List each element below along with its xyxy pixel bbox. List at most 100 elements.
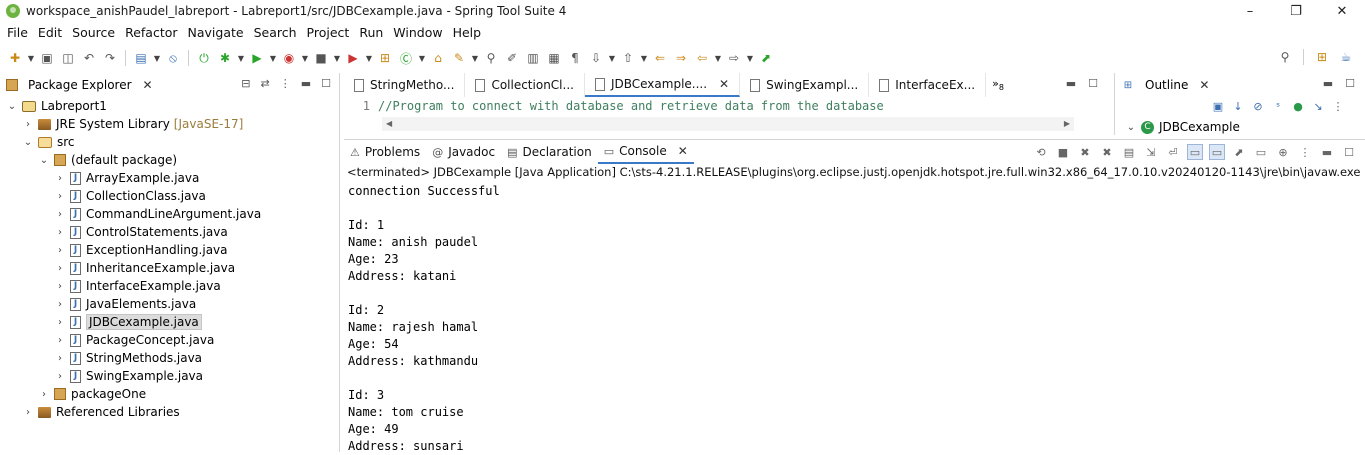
tree-item[interactable]: › J StringMethods.java (0, 349, 340, 367)
search-tool-dropdown-icon[interactable]: ▼ (471, 49, 479, 67)
run-icon[interactable]: ▶ (248, 49, 266, 67)
editor-tab[interactable]: JDBCexample.... ✕ (584, 73, 741, 97)
previous-annotation-icon[interactable]: ⇧ (619, 49, 637, 67)
chevron-right-icon[interactable]: › (54, 209, 66, 220)
chevron-right-icon[interactable]: › (54, 335, 66, 346)
skip-breakpoints-icon[interactable]: ⦸ (164, 49, 182, 67)
tree-item[interactable]: › J JavaElements.java (0, 295, 340, 313)
java-perspective-icon[interactable]: ☕ (1337, 48, 1355, 66)
chevron-right-icon[interactable]: › (54, 245, 66, 256)
close-window-button[interactable]: ✕ (1319, 0, 1365, 22)
new-icon[interactable]: ✚ (6, 49, 24, 67)
word-wrap-icon[interactable]: ⏎ (1165, 144, 1181, 160)
tree-item[interactable]: › J PackageConcept.java (0, 331, 340, 349)
chevron-right-icon[interactable]: › (54, 227, 66, 238)
chevron-right-icon[interactable]: › (54, 263, 66, 274)
search-icon[interactable]: ⚲ (1276, 48, 1294, 66)
maximize-editor-icon[interactable]: ☐ (1088, 77, 1098, 90)
undo-icon[interactable]: ↶ (80, 49, 98, 67)
chevron-down-icon[interactable]: ⌄ (22, 137, 34, 148)
tree-item[interactable]: › J SwingExample.java (0, 367, 340, 385)
editor-tab[interactable]: SwingExampl... (740, 73, 870, 97)
collapse-all-icon[interactable]: ⊟ (241, 77, 250, 90)
run-dropdown-icon[interactable]: ▼ (269, 49, 277, 67)
menu-window[interactable]: Window (388, 25, 447, 40)
open-type-icon[interactable]: ⌂ (429, 49, 447, 67)
horizontal-scrollbar[interactable] (382, 117, 1074, 131)
minimize-editor-icon[interactable]: ▬ (1066, 77, 1076, 90)
terminate-icon[interactable]: ■ (1055, 144, 1071, 160)
menu-edit[interactable]: Edit (33, 25, 67, 40)
spring-boot-dashboard-icon[interactable]: ⏻ (195, 49, 213, 67)
next-annotation-icon[interactable]: ⇩ (587, 49, 605, 67)
new-class-icon[interactable]: Ⓒ (397, 49, 415, 67)
tab-package-explorer[interactable]: Package Explorer ✕ (6, 78, 153, 92)
open-perspective-icon[interactable]: ⊞ (1313, 48, 1331, 66)
tree-item[interactable]: › J ArrayExample.java (0, 169, 340, 187)
hide-nonpublic-icon[interactable]: ● (1291, 100, 1305, 114)
stop-icon[interactable]: ■ (312, 49, 330, 67)
chevron-right-icon[interactable]: › (54, 191, 66, 202)
show-on-stderr-icon[interactable]: ▭ (1209, 144, 1225, 160)
tab-console[interactable]: ▭ Console ✕ (597, 140, 694, 164)
terminal-icon[interactable]: ▤ (132, 49, 150, 67)
view-menu-icon[interactable]: ⋮ (1331, 100, 1345, 114)
tab-overflow-button[interactable]: »8 (986, 77, 1004, 92)
tab-javadoc[interactable]: @ Javadoc (426, 140, 501, 164)
minimize-panel-icon[interactable]: ▬ (301, 77, 311, 90)
open-console-icon[interactable]: ⊕ (1275, 144, 1291, 160)
chevron-right-icon[interactable]: › (54, 299, 66, 310)
outline-class-item[interactable]: ⌄ C JDBCexample (1125, 120, 1240, 134)
search-tool-icon[interactable]: ✎ (450, 49, 468, 67)
display-console-icon[interactable]: ▭ (1253, 144, 1269, 160)
forward-dropdown-icon[interactable]: ▼ (746, 49, 754, 67)
editor-tab[interactable]: StringMetho... (344, 73, 466, 97)
chevron-down-icon[interactable]: ⌄ (1125, 122, 1137, 133)
maximize-panel-icon[interactable]: ☐ (1341, 144, 1357, 160)
remove-launch-icon[interactable]: ✖ (1077, 144, 1093, 160)
close-icon[interactable]: ✕ (1199, 78, 1209, 92)
tree-item[interactable]: › J CollectionClass.java (0, 187, 340, 205)
chevron-right-icon[interactable]: › (22, 119, 34, 130)
chevron-right-icon[interactable]: › (54, 317, 66, 328)
editor-tab[interactable]: InterfaceEx... (869, 73, 987, 97)
minimize-panel-icon[interactable]: ▬ (1323, 77, 1333, 90)
stop-dropdown-icon[interactable]: ▼ (333, 49, 341, 67)
save-icon[interactable]: ▣ (38, 49, 56, 67)
menu-source[interactable]: Source (67, 25, 120, 40)
code-line[interactable]: 1 //Program to connect with database and… (344, 97, 1080, 115)
mark-occurrences-icon[interactable]: ✐ (503, 49, 521, 67)
focus-icon[interactable]: ▣ (1211, 100, 1225, 114)
forward-edit-icon[interactable]: ⇒ (672, 49, 690, 67)
save-all-icon[interactable]: ◫ (59, 49, 77, 67)
tab-declaration[interactable]: ▤ Declaration (501, 140, 598, 164)
minimize-button[interactable]: – (1227, 0, 1273, 22)
chevron-down-icon[interactable]: ⌄ (6, 101, 18, 112)
debug-view-icon[interactable]: ⟲ (1033, 144, 1049, 160)
clear-console-icon[interactable]: ▤ (1121, 144, 1137, 160)
forward-icon[interactable]: ⇨ (725, 49, 743, 67)
tree-item[interactable]: › J CommandLineArgument.java (0, 205, 340, 223)
tree-item[interactable]: › J ControlStatements.java (0, 223, 340, 241)
menu-help[interactable]: Help (448, 25, 487, 40)
last-edit-location-icon[interactable]: ⇐ (651, 49, 669, 67)
chevron-right-icon[interactable]: › (54, 281, 66, 292)
tree-item[interactable]: ⌄ src (0, 133, 340, 151)
hide-static-icon[interactable]: ˢ (1271, 100, 1285, 114)
new-class-dropdown-icon[interactable]: ▼ (418, 49, 426, 67)
close-icon[interactable]: ✕ (678, 144, 688, 158)
menu-project[interactable]: Project (302, 25, 355, 40)
editor-tab[interactable]: CollectionCl... (465, 73, 585, 97)
back-icon[interactable]: ⇦ (693, 49, 711, 67)
hide-local-types-icon[interactable]: ↘ (1311, 100, 1325, 114)
pin-icon[interactable]: ⚲ (482, 49, 500, 67)
redo-icon[interactable]: ↷ (101, 49, 119, 67)
maximize-panel-icon[interactable]: ☐ (1345, 77, 1355, 90)
chevron-right-icon[interactable]: › (54, 173, 66, 184)
maximize-button[interactable]: ❐ (1273, 0, 1319, 22)
debug-dropdown-icon[interactable]: ▼ (237, 49, 245, 67)
tree-item[interactable]: › packageOne (0, 385, 340, 403)
back-dropdown-icon[interactable]: ▼ (714, 49, 722, 67)
terminal-dropdown-icon[interactable]: ▼ (153, 49, 161, 67)
tree-item[interactable]: › JRE System Library [JavaSE-17] (0, 115, 340, 133)
